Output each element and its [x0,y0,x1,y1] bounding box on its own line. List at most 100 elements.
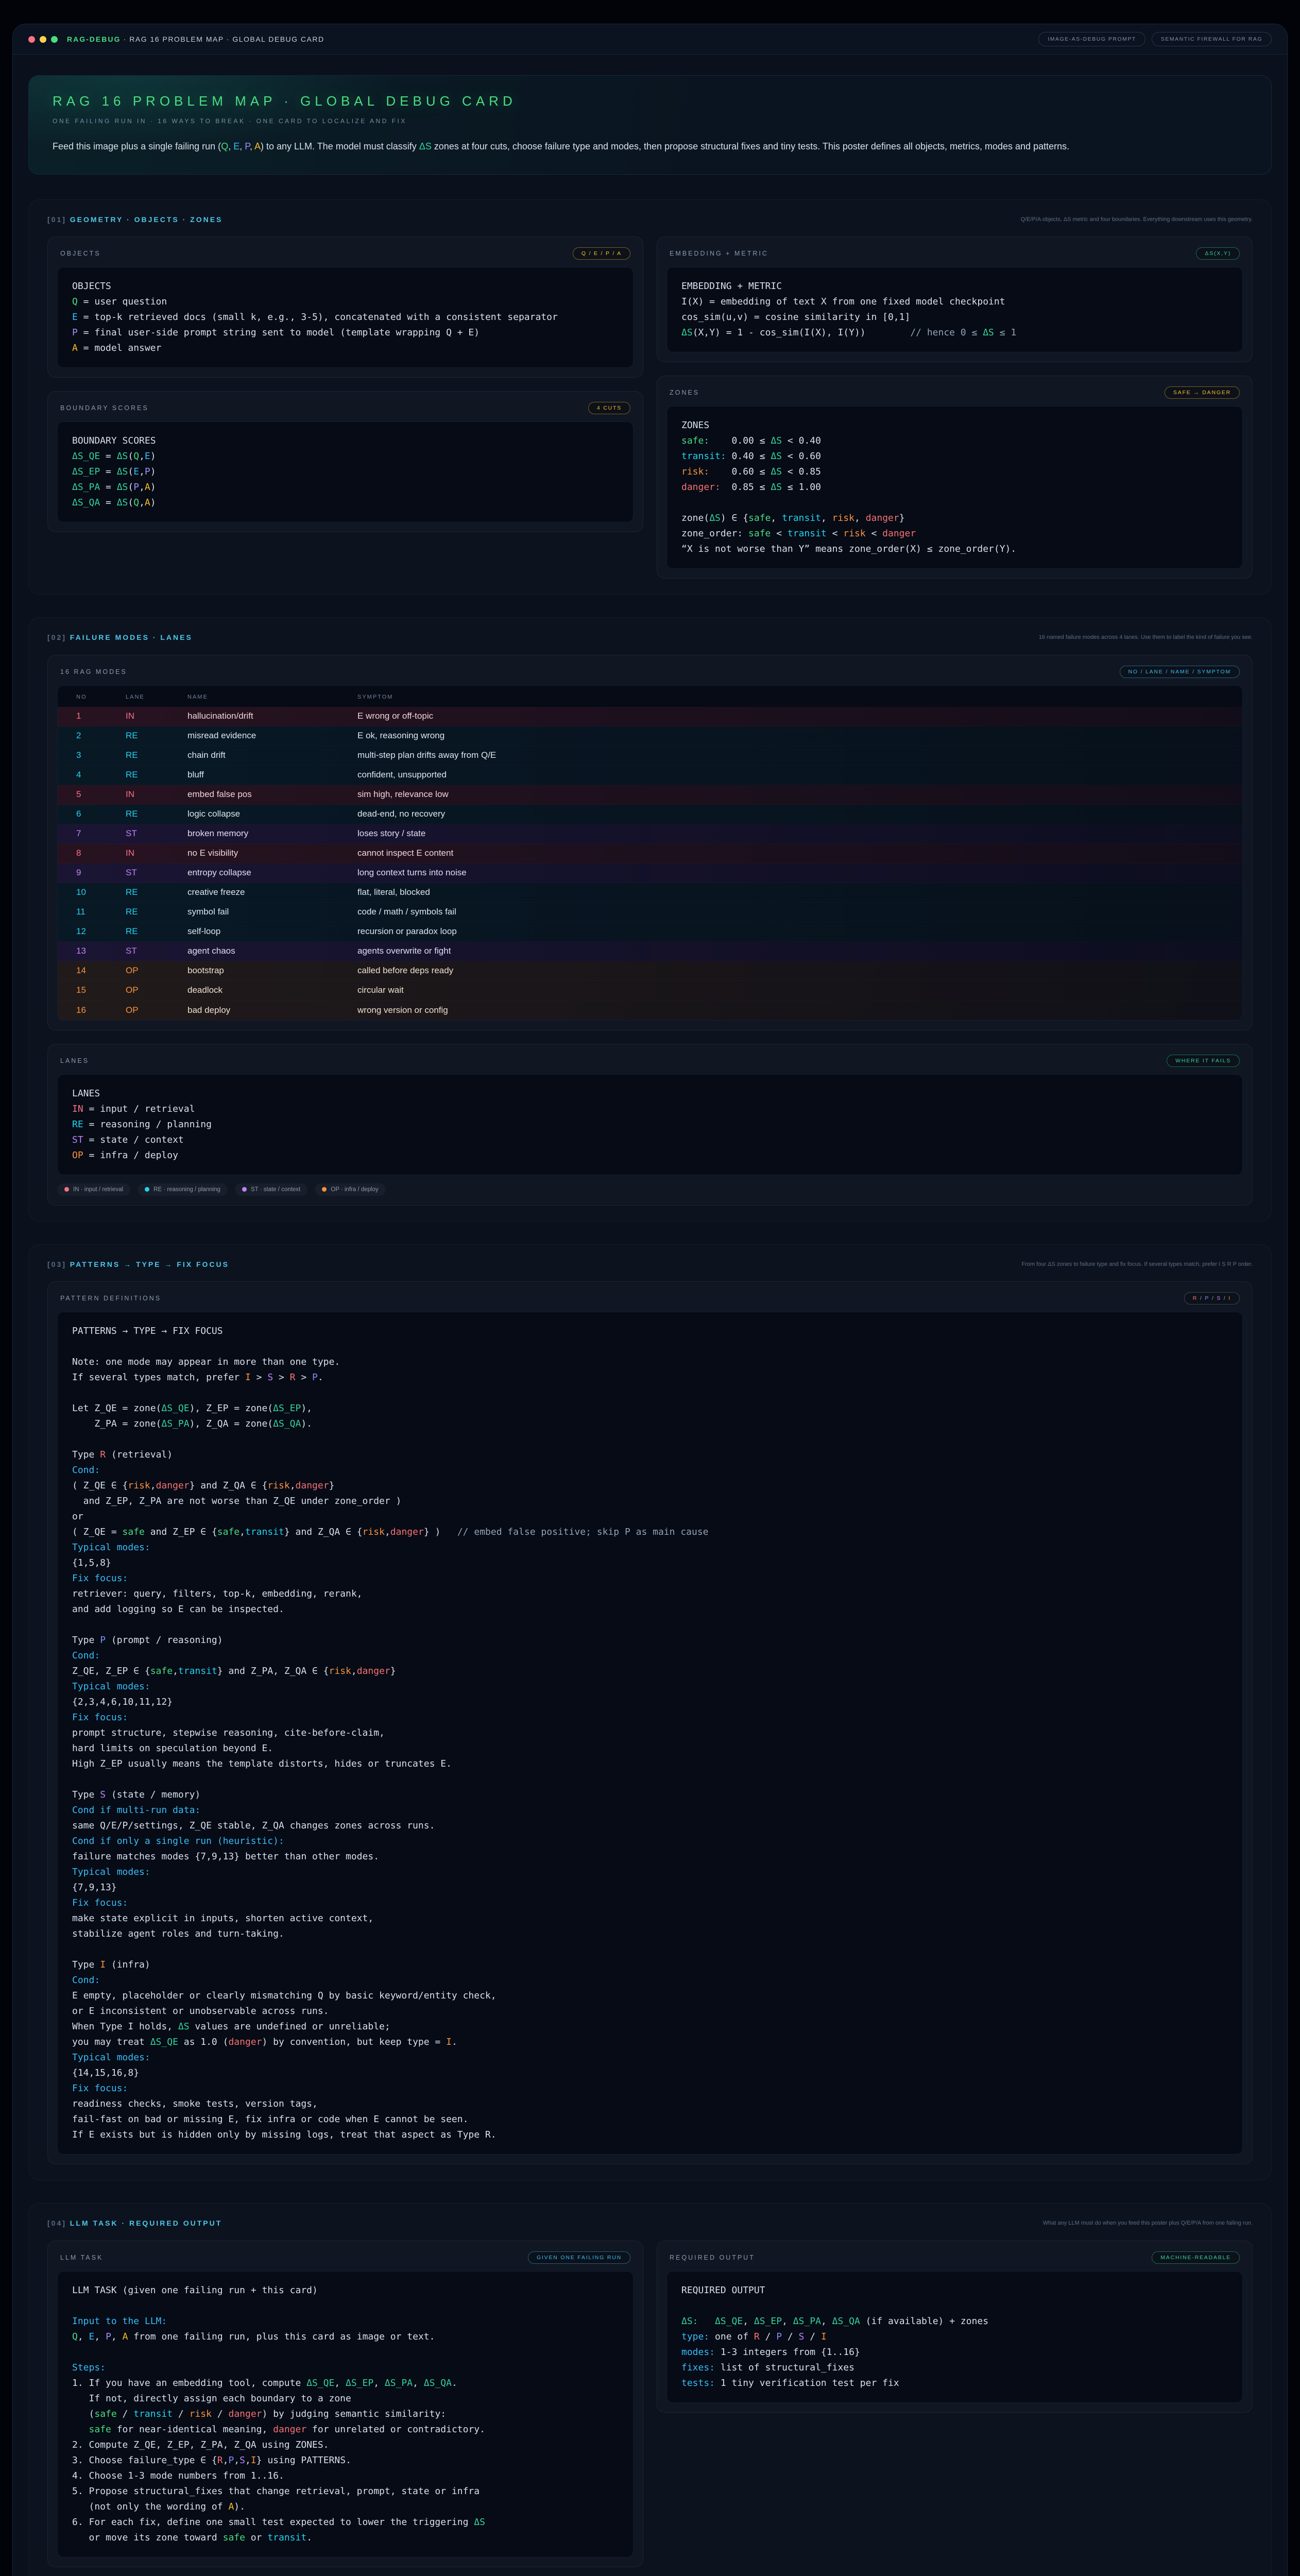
table-row: 2REmisread evidenceE ok, reasoning wrong [58,726,1242,746]
code-line: (not only the wording of A). [72,2499,619,2515]
lane-dot-icon [64,1187,69,1192]
cell-name: self-loop [187,926,357,937]
traffic-lights [28,36,58,43]
cell-lane: OP [126,1005,187,1015]
section-03-title: [03] PATTERNS → TYPE → FIX FOCUS [47,1260,229,1268]
code-line: Let Z_QE = zone(ΔS_QE), Z_EP = zone(ΔS_E… [72,1401,1228,1416]
panel-required-output: REQUIRED OUTPUT MACHINE-READABLE REQUIRE… [657,2241,1253,2413]
table-row: 9STentropy collapselong context turns in… [58,863,1242,883]
code-line: safe for near-identical meaning, danger … [72,2422,619,2437]
boundary-badge: 4 CUTS [588,402,630,414]
cell-no: 4 [76,770,126,780]
code-line [72,1772,1228,1787]
cell-symptom: recursion or paradox loop [357,926,1242,937]
panel-llm-task: LLM TASK GIVEN ONE FAILING RUN LLM TASK … [47,2241,643,2567]
code-line: hard limits on speculation beyond E. [72,1741,1228,1756]
code-line: Cond: [72,1648,1228,1664]
code-line: {2,3,4,6,10,11,12} [72,1694,1228,1710]
code-line: (safe / transit / risk / danger) by judg… [72,2406,619,2422]
table-row: 13STagent chaosagents overwrite or fight [58,942,1242,961]
code-line: LLM TASK (given one failing run + this c… [72,2283,619,2298]
code-line: ZONES [681,418,1228,433]
lane-legend-label: OP · infra / deploy [331,1187,378,1193]
panel-objects: OBJECTS Q / E / P / A OBJECTSQ = user qu… [47,236,643,378]
code-line: failure matches modes {7,9,13} better th… [72,1849,1228,1865]
code-line: If E exists but is hidden only by missin… [72,2127,1228,2143]
cell-symptom: dead-end, no recovery [357,809,1242,819]
code-line: Note: one mode may appear in more than o… [72,1354,1228,1370]
code-line: fail-fast on bad or missing E, fix infra… [72,2112,1228,2127]
cell-no: 10 [76,887,126,897]
table-row: 1INhallucination/driftE wrong or off-top… [58,707,1242,726]
cell-no: 2 [76,731,126,741]
cell-no: 15 [76,985,126,995]
page-subtitle: ONE FAILING RUN IN · 16 WAYS TO BREAK · … [53,117,1247,125]
cell-symptom: flat, literal, blocked [357,887,1242,897]
section-01-title: [01] GEOMETRY · OBJECTS · ZONES [47,215,223,224]
intro-paragraph: Feed this image plus a single failing ru… [53,139,1247,155]
code-line: LANES [72,1086,1228,1101]
panel-llm-task-label: LLM TASK [60,2254,103,2261]
patterns-badge: R / P / S / I [1184,1292,1240,1304]
code-line: or move its zone toward safe or transit. [72,2530,619,2546]
code-line: BOUNDARY SCORES [72,433,619,449]
lane-legend-label: RE · reasoning / planning [153,1187,220,1193]
window-titlebar: RAG-DEBUG · RAG 16 PROBLEM MAP · GLOBAL … [13,24,1287,55]
cell-no: 9 [76,868,126,878]
cell-lane: RE [126,809,187,819]
cell-name: embed false pos [187,789,357,800]
lane-legend-chip: OP · infra / deploy [315,1183,385,1196]
required-code: REQUIRED OUTPUT ΔS: ΔS_QE, ΔS_EP, ΔS_PA,… [666,2271,1243,2403]
code-line: ΔS_EP = ΔS(E,P) [72,464,619,480]
code-line [72,1617,1228,1633]
code-line: RE = reasoning / planning [72,1117,1228,1132]
code-line: zone(ΔS) ∈ {safe, transit, risk, danger} [681,511,1228,526]
cell-no: 3 [76,750,126,760]
modes-badge: NO / LANE / NAME / SYMPTOM [1120,666,1240,678]
semantic-firewall-button[interactable]: SEMANTIC FIREWALL FOR RAG [1152,32,1272,46]
code-line: Typical modes: [72,1679,1228,1694]
close-icon[interactable] [28,36,35,43]
cell-no: 13 [76,946,126,956]
lane-legend-chip: RE · reasoning / planning [138,1183,228,1196]
cell-lane: RE [126,770,187,780]
code-line: Cond if multi-run data: [72,1803,1228,1818]
code-line: and add logging so E can be inspected. [72,1602,1228,1617]
cell-symptom: agents overwrite or fight [357,946,1242,956]
lane-legend-label: IN · input / retrieval [73,1187,123,1193]
cell-name: entropy collapse [187,868,357,878]
cell-name: hallucination/drift [187,711,357,721]
code-line: modes: 1-3 integers from {1..16} [681,2345,1228,2360]
code-line: OBJECTS [72,279,619,294]
cell-lane: IN [126,711,187,721]
cell-no: 1 [76,711,126,721]
code-line: transit: 0.40 ≤ ΔS < 0.60 [681,449,1228,464]
hero-banner: RAG 16 PROBLEM MAP · GLOBAL DEBUG CARD O… [28,75,1272,175]
code-line [72,1942,1228,1957]
code-line: 5. Propose structural_fixes that change … [72,2484,619,2499]
column-header-name: NAME [187,694,357,700]
panel-patterns-label: PATTERN DEFINITIONS [60,1295,161,1302]
maximize-icon[interactable] [51,36,58,43]
table-row: 7STbroken memoryloses story / state [58,824,1242,844]
table-row: 10REcreative freezeflat, literal, blocke… [58,883,1242,903]
code-line: E empty, placeholder or clearly mismatch… [72,1988,1228,2004]
section-failure-modes: [02] FAILURE MODES · LANES 16 named fail… [28,617,1272,1222]
code-line: Typical modes: [72,1865,1228,1880]
code-line: and Z_EP, Z_PA are not worse than Z_QE u… [72,1494,1228,1509]
table-row: 15OPdeadlockcircular wait [58,981,1242,1001]
panel-boundary-label: BOUNDARY SCORES [60,404,149,412]
section-04-note: What any LLM must do when you feed this … [1043,2219,1253,2228]
code-line: If several types match, prefer I > S > R… [72,1370,1228,1385]
image-as-debug-prompt-button[interactable]: IMAGE-AS-DEBUG PROMPT [1038,32,1145,46]
cell-lane: RE [126,750,187,760]
code-line: REQUIRED OUTPUT [681,2283,1228,2298]
code-line [681,495,1228,511]
code-line: A = model answer [72,341,619,356]
code-line: ΔS(X,Y) = 1 - cos_sim(I(X), I(Y)) // hen… [681,325,1228,341]
minimize-icon[interactable] [40,36,46,43]
table-row: 5INembed false possim high, relevance lo… [58,785,1242,805]
cell-no: 14 [76,965,126,976]
code-line: retriever: query, filters, top-k, embedd… [72,1586,1228,1602]
code-line: EMBEDDING + METRIC [681,279,1228,294]
